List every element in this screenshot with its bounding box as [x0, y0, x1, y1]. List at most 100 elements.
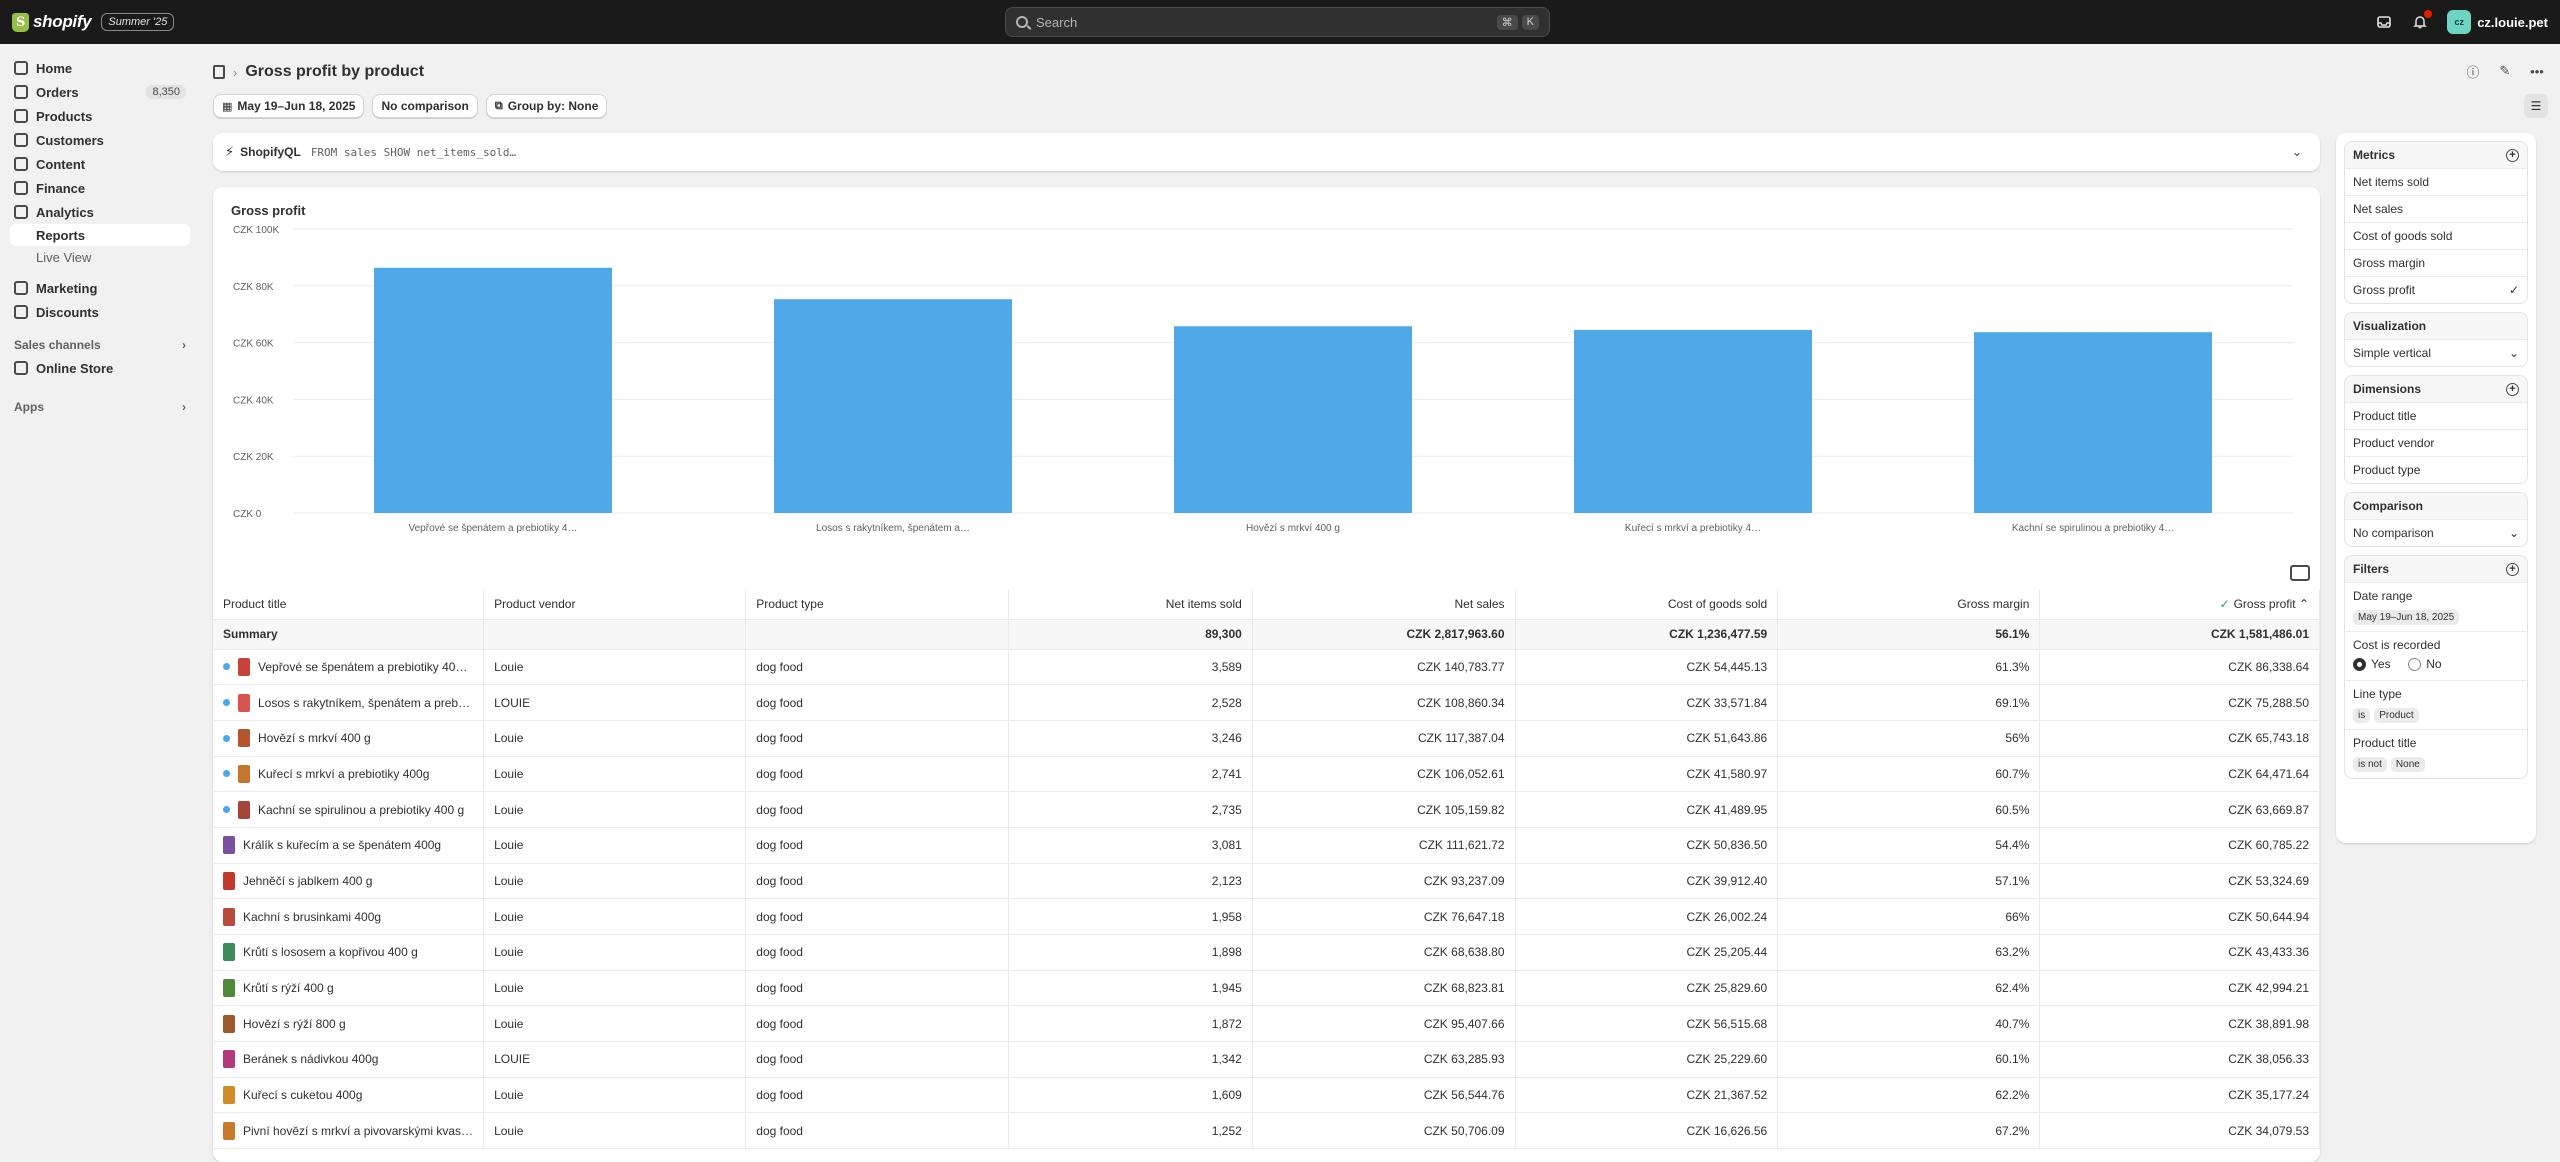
metric-item[interactable]: Net items sold	[2345, 168, 2527, 195]
product-name[interactable]: Losos s rakytníkem, špenátem a preb…	[258, 696, 470, 710]
table-row[interactable]: Krůtí s lososem a kopřivou 400 g Louie dog…	[213, 934, 2320, 971]
sidebar-item-content[interactable]: Content	[10, 152, 190, 176]
table-view-icon[interactable]	[2290, 565, 2310, 581]
radio-no[interactable]: No	[2408, 657, 2442, 671]
filter-product-title[interactable]: Product title is not None	[2345, 728, 2527, 778]
product-name[interactable]: Králík s kuřecím a se špenátem 400g	[243, 838, 441, 852]
more-actions-icon[interactable]: •••	[2526, 60, 2548, 82]
sidebar-section-sales-channels[interactable]: Sales channels ›	[10, 334, 190, 356]
add-metric-icon[interactable]: +	[2506, 148, 2519, 162]
table-row[interactable]: Beránek s nádivkou 400g LOUIE dog food 1,34…	[213, 1041, 2320, 1078]
product-name[interactable]: Pivní hovězí s mrkví a pivovarskými kvas…	[243, 1124, 473, 1138]
comparison-select[interactable]: No comparison ⌄	[2345, 519, 2527, 546]
table-row[interactable]: Vepřové se špenátem a prebiotiky 40… Loui…	[213, 649, 2320, 686]
table-row[interactable]: Losos s rakytníkem, špenátem a preb… LOUI…	[213, 684, 2320, 721]
add-filter-icon[interactable]: +	[2506, 562, 2519, 576]
sidebar-item-home[interactable]: Home	[10, 56, 190, 80]
visualization-select[interactable]: Simple vertical ⌄	[2345, 339, 2527, 366]
chart-bar[interactable]	[774, 299, 1012, 513]
column-header[interactable]: Cost of goods sold	[1515, 589, 1779, 620]
table-row[interactable]: Kachní se spirulinou a prebiotiky 400 g L…	[213, 791, 2320, 828]
product-name[interactable]: Jehněčí s jablkem 400 g	[243, 874, 372, 888]
dimension-item[interactable]: Product vendor	[2345, 429, 2527, 456]
shopifyql-bar[interactable]: ⚡ ShopifyQL FROM sales SHOW net_items_so…	[213, 133, 2320, 171]
column-header[interactable]: Net sales	[1252, 589, 1516, 620]
column-header[interactable]: Net items sold	[1008, 589, 1253, 620]
comparison-button[interactable]: No comparison	[372, 94, 478, 118]
toggle-panel-icon[interactable]: ☰	[2524, 94, 2548, 118]
table-row[interactable]: Krůtí s rýží 400 g Louie dog food 1,945 CZK …	[213, 970, 2320, 1007]
product-name[interactable]: Kuřecí s mrkví a prebiotiky 400g	[258, 767, 429, 781]
sidebar-item-label: Finance	[36, 180, 86, 196]
product-name[interactable]: Kachní se spirulinou a prebiotiky 400 g	[258, 803, 464, 817]
metric-item[interactable]: Gross margin	[2345, 249, 2527, 276]
table-row[interactable]: Kachní s brusinkami 400g Louie dog food 1,9…	[213, 898, 2320, 935]
info-icon[interactable]: ⓘ	[2462, 60, 2484, 82]
product-name[interactable]: Beránek s nádivkou 400g	[243, 1052, 378, 1066]
product-thumbnail	[238, 693, 250, 712]
column-header[interactable]: Product type	[745, 589, 1009, 620]
filter-label: Cost is recorded	[2353, 638, 2441, 652]
chart-bar[interactable]	[374, 267, 612, 513]
sidebar-item-live-view[interactable]: Live View	[10, 246, 190, 268]
store-menu[interactable]: cz cz.louie.pet	[2447, 10, 2548, 34]
table-cell: CZK 25,229.60	[1515, 1041, 1779, 1078]
search-input[interactable]: Search ⌘ K	[1005, 7, 1550, 37]
sidebar-item-finance[interactable]: Finance	[10, 176, 190, 200]
table-cell: 3,589	[1008, 649, 1253, 686]
add-dimension-icon[interactable]: +	[2506, 382, 2519, 396]
filter-line-type[interactable]: Line type is Product	[2345, 679, 2527, 729]
table-cell: 1,252	[1008, 1112, 1253, 1150]
dimension-item[interactable]: Product title	[2345, 402, 2527, 429]
chart-bar[interactable]	[1174, 326, 1412, 513]
column-header[interactable]: Product vendor	[483, 589, 747, 620]
radio-yes[interactable]: Yes	[2353, 657, 2391, 671]
x-tick-label: Kachní se spirulinou a prebiotiky 4…	[2012, 523, 2174, 534]
dimension-item[interactable]: Product type	[2345, 456, 2527, 483]
date-range-button[interactable]: ▦ May 19–Jun 18, 2025	[213, 94, 365, 118]
bell-icon[interactable]	[2411, 10, 2433, 31]
report-icon[interactable]	[213, 65, 225, 79]
metrics-title: Metrics	[2353, 148, 2396, 162]
product-title-cell: Hovězí s rýží 800 g	[213, 1005, 485, 1043]
table-row[interactable]: Králík s kuřecím a se špenátem 400g Louie…	[213, 827, 2320, 864]
sidebar-item-discounts[interactable]: Discounts	[10, 300, 190, 324]
sidebar-item-analytics[interactable]: Analytics	[10, 200, 190, 224]
sidebar-section-apps[interactable]: Apps ›	[10, 396, 190, 418]
product-name[interactable]: Kachní s brusinkami 400g	[243, 910, 381, 924]
sidebar-item-customers[interactable]: Customers	[10, 128, 190, 152]
table-row[interactable]: Hovězí s mrkví 400 g Louie dog food 3,246 CZ…	[213, 720, 2320, 757]
filter-date-range[interactable]: Date range May 19–Jun 18, 2025	[2345, 582, 2527, 631]
product-name[interactable]: Vepřové se špenátem a prebiotiky 40…	[258, 660, 467, 674]
column-header[interactable]: Product title	[213, 589, 485, 620]
shopifyql-label: ShopifyQL	[240, 145, 301, 159]
chart-bar[interactable]	[1574, 329, 1812, 513]
product-name[interactable]: Krůtí s lososem a kopřivou 400 g	[243, 945, 418, 959]
inbox-icon[interactable]	[2375, 13, 2393, 31]
chart-bar[interactable]	[1974, 332, 2212, 513]
chevron-down-icon[interactable]: ⌄	[2286, 141, 2308, 163]
table-row[interactable]: Jehněčí s jablkem 400 g Louie dog food 2,12…	[213, 863, 2320, 900]
metric-item[interactable]: Cost of goods sold	[2345, 222, 2527, 249]
product-name[interactable]: Hovězí s rýží 800 g	[243, 1017, 346, 1031]
product-name[interactable]: Kuřecí s cuketou 400g	[243, 1088, 362, 1102]
product-name[interactable]: Hovězí s mrkví 400 g	[258, 731, 371, 745]
sidebar-item-products[interactable]: Products	[10, 104, 190, 128]
table-row[interactable]: Pivní hovězí s mrkví a pivovarskými kvas…	[213, 1112, 2320, 1150]
column-header[interactable]: Gross margin	[1777, 589, 2041, 620]
sidebar-item-reports[interactable]: Reports	[10, 224, 190, 246]
column-header[interactable]: ✓ Gross profit ⌃	[2039, 589, 2320, 620]
table-row[interactable]: Kuřecí s mrkví a prebiotiky 400g Louie dog…	[213, 756, 2320, 793]
table-row[interactable]: Hovězí s rýží 800 g Louie dog food 1,872 CZK…	[213, 1005, 2320, 1043]
sidebar-item-marketing[interactable]: Marketing	[10, 276, 190, 300]
table-row[interactable]: Kuřecí s cuketou 400g Louie dog food 1,609 C…	[213, 1077, 2320, 1114]
product-name[interactable]: Krůtí s rýží 400 g	[243, 981, 334, 995]
edition-badge[interactable]: Summer '25	[101, 13, 175, 31]
group-by-button[interactable]: ⧉ Group by: None	[485, 94, 608, 118]
sidebar-item-orders[interactable]: Orders 8,350	[10, 80, 190, 104]
shopify-logo[interactable]: shopify	[12, 12, 92, 32]
sidebar-item-online-store[interactable]: Online Store	[10, 356, 190, 380]
metric-item[interactable]: Net sales	[2345, 195, 2527, 222]
sidekick-icon[interactable]: ✎	[2494, 60, 2516, 82]
metric-item[interactable]: Gross profit ✓	[2345, 276, 2527, 303]
